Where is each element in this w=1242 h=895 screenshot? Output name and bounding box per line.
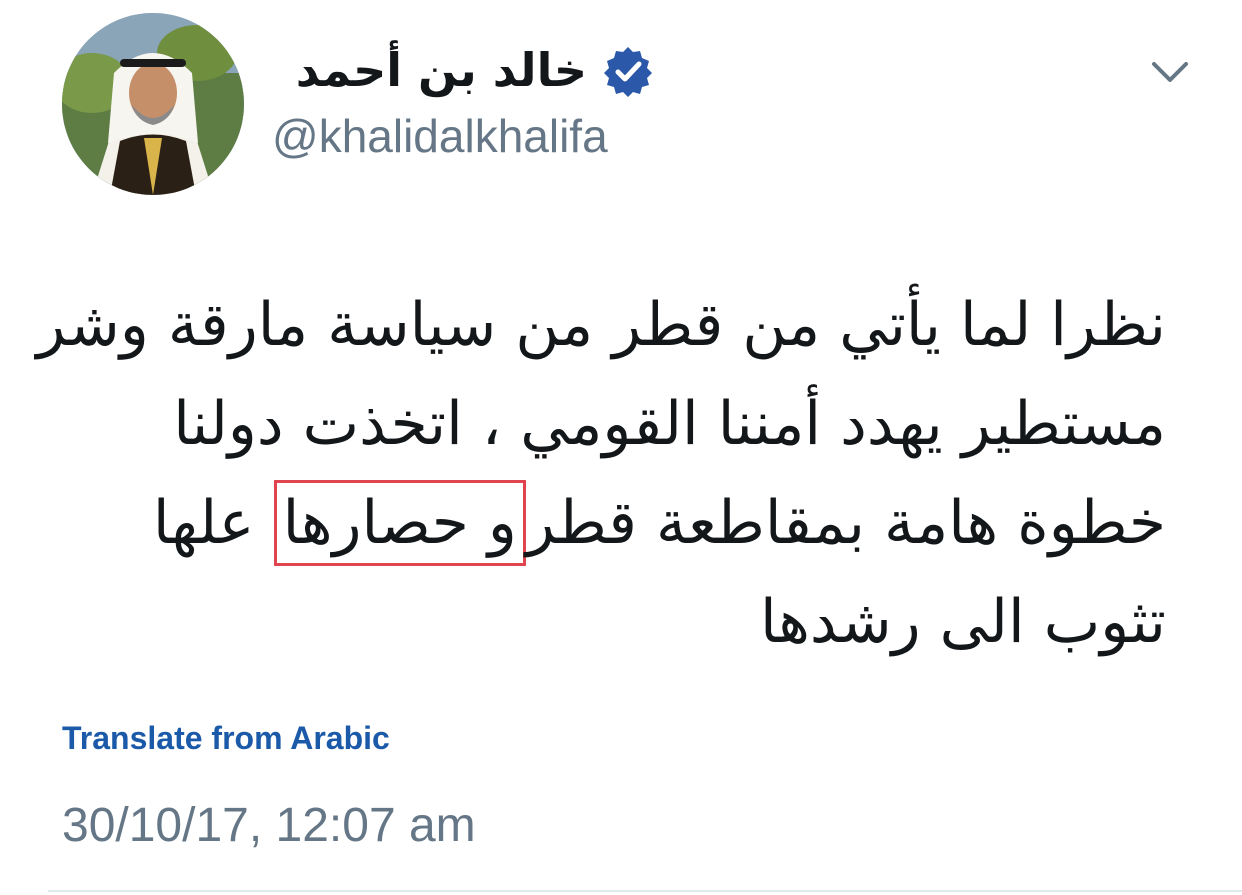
author-avatar[interactable] <box>62 13 244 195</box>
tweet-line: تثوب الى رشدها <box>759 587 1166 657</box>
verified-badge-icon <box>604 47 652 97</box>
author-handle[interactable]: @khalidalkhalifa <box>272 106 608 166</box>
tweet-line-segment: خطوة هامة بمقاطعة قطر <box>525 488 1166 558</box>
tweet-body: نظرا لما يأتي من قطر من سياسة مارقة وشر … <box>36 276 1166 672</box>
translate-link[interactable]: Translate from Arabic <box>62 716 390 760</box>
tweet-timestamp[interactable]: 30/10/17, 12:07 am <box>62 796 476 856</box>
avatar-photo <box>62 13 244 195</box>
tweet-line: خطوة هامة بمقاطعة قطرو حصارها علها <box>56 474 1166 573</box>
chevron-down-icon[interactable] <box>1150 58 1190 86</box>
tweet-line-segment: علها <box>152 488 255 558</box>
tweet-card: خالد بن أحمد @khalidalkhalifa نظرا لما ي… <box>0 0 1242 895</box>
divider <box>48 890 1242 892</box>
highlighted-phrase: و حصارها <box>273 480 526 566</box>
tweet-line: مستطير يهدد أمننا القومي ، اتخذت دولنا <box>173 389 1166 459</box>
tweet-line: نظرا لما يأتي من قطر من سياسة مارقة وشر <box>36 290 1166 360</box>
author-display-name[interactable]: خالد بن أحمد <box>296 38 587 102</box>
